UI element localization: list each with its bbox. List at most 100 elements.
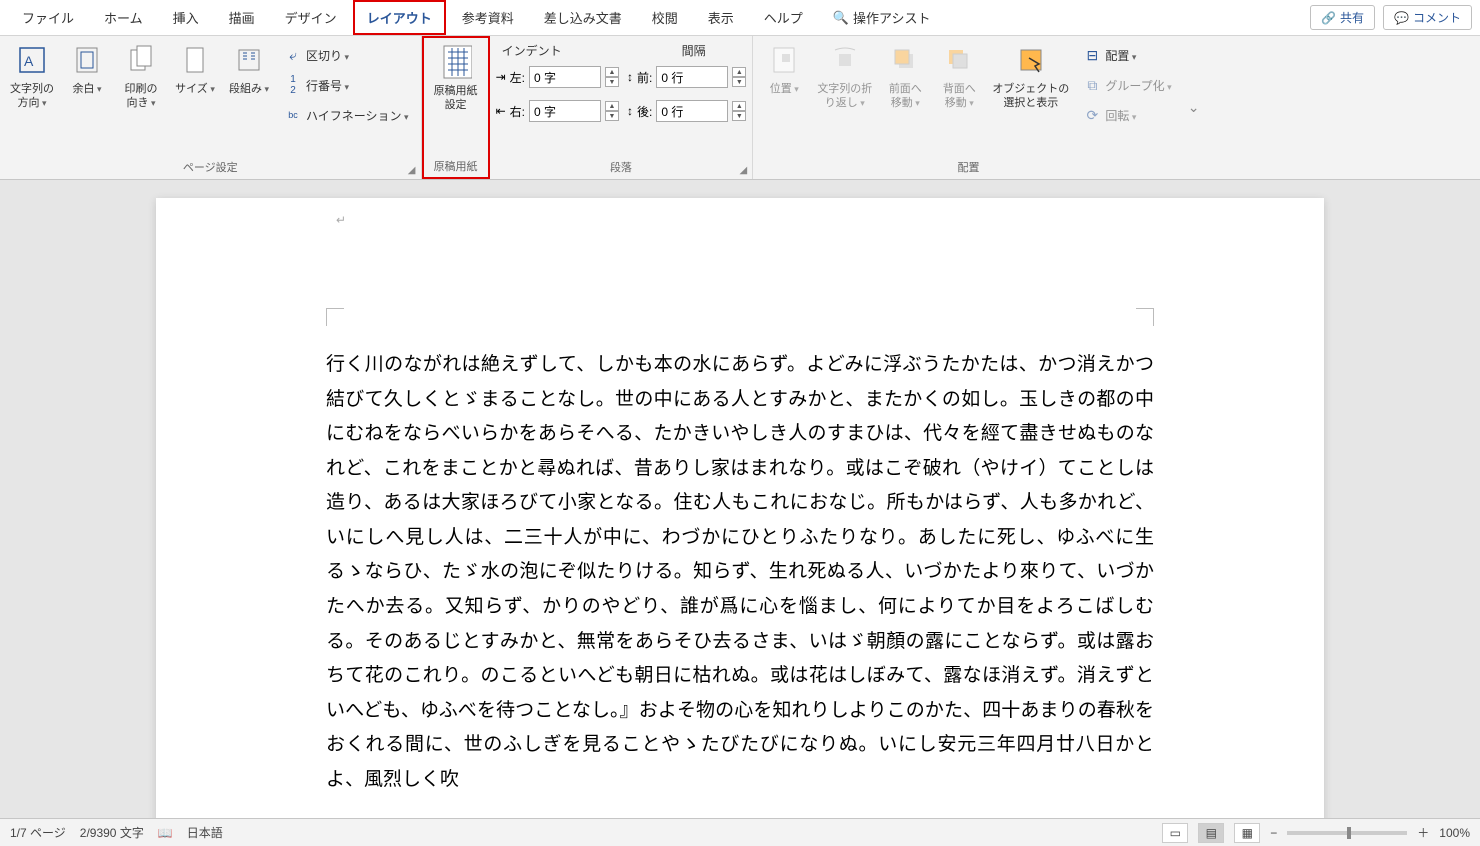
tell-me-label: 操作アシスト <box>853 8 930 27</box>
tab-review[interactable]: 校閲 <box>638 0 692 35</box>
spacing-after-icon: ↕ <box>627 104 633 118</box>
document-area[interactable]: ↵ 行く川のながれは絶えずして、しかも本の水にあらず。よどみに浮ぶうたかたは、か… <box>0 180 1480 818</box>
position-button[interactable]: 位置 <box>759 38 809 154</box>
indent-right-input[interactable] <box>529 100 601 122</box>
margins-label: 余白 <box>72 82 101 96</box>
line-numbers-button[interactable]: 12 行番号 <box>280 72 413 98</box>
text-direction-button[interactable]: A 文字列の 方向 <box>6 38 58 154</box>
bring-forward-icon <box>889 42 921 78</box>
hyphenation-label: ハイフネーション <box>306 107 409 124</box>
comment-icon: 💬 <box>1394 11 1409 25</box>
group-manuscript-paper: 原稿用紙 設定 原稿用紙 <box>422 36 490 179</box>
page-setup-launcher[interactable]: ◢ <box>405 163 419 177</box>
status-page[interactable]: 1/7 ページ <box>10 824 66 841</box>
indent-left-up[interactable]: ▲ <box>605 67 619 77</box>
tab-references[interactable]: 参考資料 <box>448 0 528 35</box>
indent-right-up[interactable]: ▲ <box>605 101 619 111</box>
status-word-count[interactable]: 2/9390 文字 <box>80 824 144 841</box>
group-paragraph: インデント 間隔 ⇥ 左: ▲▼ ⇤ 右: ▲▼ <box>490 36 754 179</box>
indent-left-input[interactable] <box>529 66 601 88</box>
spacing-before-down[interactable]: ▼ <box>732 77 746 87</box>
send-backward-button[interactable]: 背面へ 移動 <box>934 38 984 154</box>
share-label: 共有 <box>1340 9 1364 26</box>
rotate-button[interactable]: ⟳ 回転 <box>1079 102 1175 128</box>
document-body-text[interactable]: 行く川のながれは絶えずして、しかも本の水にあらず。よどみに浮ぶうたかたは、かつ消… <box>326 348 1154 798</box>
margins-button[interactable]: 余白 <box>62 38 112 154</box>
hyphenation-icon: bc <box>284 106 302 124</box>
wrap-text-button[interactable]: 文字列の折 り返し <box>813 38 876 154</box>
orientation-button[interactable]: 印刷の 向き <box>116 38 166 154</box>
columns-icon <box>233 42 265 78</box>
comments-label: コメント <box>1413 9 1461 26</box>
indent-right-down[interactable]: ▼ <box>605 111 619 121</box>
bring-forward-button[interactable]: 前面へ 移動 <box>880 38 930 154</box>
selection-pane-label: オブジェクトの 選択と表示 <box>992 82 1069 111</box>
tab-file[interactable]: ファイル <box>8 0 88 35</box>
text-direction-label: 文字列の 方向 <box>10 82 54 111</box>
zoom-slider[interactable] <box>1287 831 1407 835</box>
tab-mailings[interactable]: 差し込み文書 <box>530 0 636 35</box>
breaks-button[interactable]: ⤶ 区切り <box>280 42 413 68</box>
align-button[interactable]: ⊟ 配置 <box>1079 42 1175 68</box>
zoom-in-button[interactable]: ＋ <box>1417 824 1429 841</box>
group-objects-button[interactable]: ⧉ グループ化 <box>1079 72 1175 98</box>
text-direction-icon: A <box>16 42 48 78</box>
tab-draw[interactable]: 描画 <box>215 0 269 35</box>
zoom-level[interactable]: 100% <box>1439 826 1470 840</box>
indent-right-row: ⇤ 右: ▲▼ <box>496 97 619 125</box>
manuscript-paper-label: 原稿用紙 設定 <box>434 84 478 113</box>
group-objects-label: グループ化 <box>1105 77 1171 94</box>
view-web-layout[interactable]: ▦ <box>1234 823 1260 843</box>
view-read-mode[interactable]: ▭ <box>1162 823 1188 843</box>
spacing-after-down[interactable]: ▼ <box>732 111 746 121</box>
view-print-layout[interactable]: ▤ <box>1198 823 1224 843</box>
collapse-ribbon-button[interactable]: ⌄ <box>1184 36 1204 179</box>
bring-forward-label: 前面へ 移動 <box>889 82 922 111</box>
ribbon: A 文字列の 方向 余白 印刷の 向き サイズ 段組み ⤶ <box>0 36 1480 180</box>
manuscript-paper-button[interactable]: 原稿用紙 設定 <box>430 40 482 156</box>
tab-insert[interactable]: 挿入 <box>159 0 213 35</box>
spacing-after-input[interactable] <box>656 100 728 122</box>
paragraph-launcher[interactable]: ◢ <box>736 163 750 177</box>
zoom-out-button[interactable]: − <box>1270 826 1277 840</box>
orientation-label: 印刷の 向き <box>125 82 158 111</box>
tab-view[interactable]: 表示 <box>694 0 748 35</box>
position-icon <box>768 42 800 78</box>
document-page[interactable]: ↵ 行く川のながれは絶えずして、しかも本の水にあらず。よどみに浮ぶうたかたは、か… <box>156 198 1324 818</box>
spacing-after-up[interactable]: ▲ <box>732 101 746 111</box>
spacing-before-up[interactable]: ▲ <box>732 67 746 77</box>
spacing-before-label: 前: <box>637 69 652 86</box>
status-language[interactable]: 日本語 <box>187 824 223 841</box>
paragraph-group-label: 段落 <box>496 157 747 179</box>
wrap-text-label: 文字列の折 り返し <box>817 82 872 111</box>
spacing-before-input[interactable] <box>656 66 728 88</box>
columns-label: 段組み <box>229 82 269 96</box>
spacing-before-icon: ↕ <box>627 70 633 84</box>
line-numbers-icon: 12 <box>284 76 302 94</box>
manuscript-paper-icon <box>440 44 472 80</box>
tab-design[interactable]: デザイン <box>271 0 351 35</box>
indent-left-down[interactable]: ▼ <box>605 77 619 87</box>
tab-layout[interactable]: レイアウト <box>353 0 446 35</box>
size-label: サイズ <box>175 82 215 96</box>
selection-pane-button[interactable]: オブジェクトの 選択と表示 <box>988 38 1073 154</box>
spacing-after-row: ↕ 後: ▲▼ <box>627 97 746 125</box>
send-backward-icon <box>943 42 975 78</box>
tell-me[interactable]: 🔍 操作アシスト <box>819 0 945 35</box>
share-button[interactable]: 🔗 共有 <box>1310 5 1375 30</box>
hyphenation-button[interactable]: bc ハイフネーション <box>280 102 413 128</box>
spellcheck-icon[interactable]: 📖 <box>158 826 173 840</box>
tab-help[interactable]: ヘルプ <box>750 0 817 35</box>
comments-button[interactable]: 💬 コメント <box>1383 5 1472 30</box>
tab-home[interactable]: ホーム <box>90 0 157 35</box>
size-button[interactable]: サイズ <box>170 38 220 154</box>
indent-left-row: ⇥ 左: ▲▼ <box>496 63 619 91</box>
rotate-label: 回転 <box>1105 107 1136 124</box>
paragraph-mark: ↵ <box>336 213 346 227</box>
indent-right-label: 右: <box>510 103 525 120</box>
selection-pane-icon <box>1015 42 1047 78</box>
line-numbers-label: 行番号 <box>306 77 349 94</box>
size-icon <box>179 42 211 78</box>
breaks-icon: ⤶ <box>284 46 302 64</box>
columns-button[interactable]: 段組み <box>224 38 274 154</box>
